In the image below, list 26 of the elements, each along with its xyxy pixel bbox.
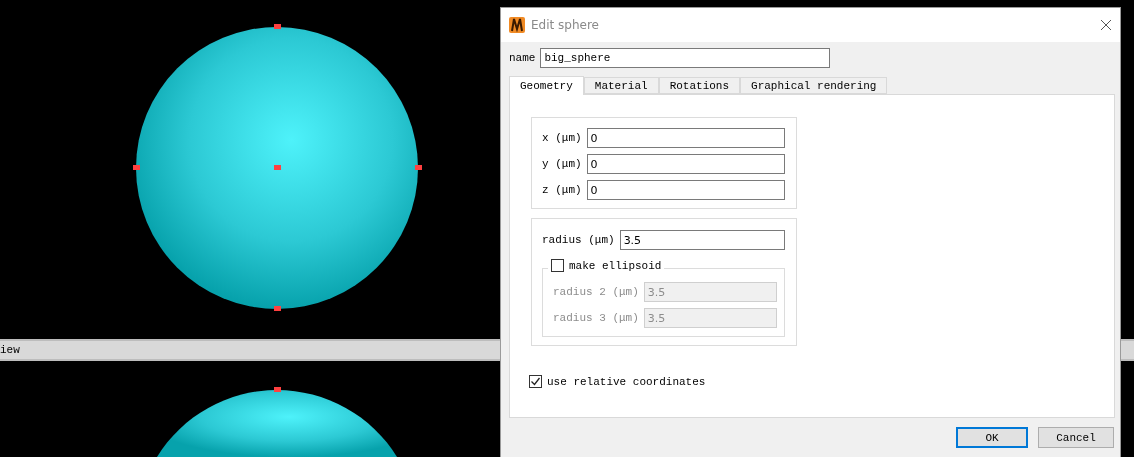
- tab[interactable]: Rotations: [658, 77, 741, 94]
- close-icon[interactable]: [1100, 19, 1112, 31]
- field-label: z (μm): [542, 184, 582, 196]
- field-label: radius 3 (μm): [553, 312, 639, 324]
- tab[interactable]: Graphical rendering: [740, 77, 888, 94]
- name-field[interactable]: big_sphere: [540, 48, 831, 68]
- tab[interactable]: Geometry: [509, 76, 584, 95]
- coordinate-field[interactable]: 0: [586, 128, 785, 148]
- checkbox-label: use relative coordinates: [547, 375, 706, 388]
- window-title: Edit sphere: [531, 18, 600, 32]
- field-label: name: [509, 52, 536, 64]
- checkbox[interactable]: [551, 259, 564, 272]
- field-label: radius (μm): [542, 234, 615, 246]
- checkbox-label: make ellipsoid: [569, 259, 662, 272]
- dialog-button[interactable]: Cancel: [1038, 427, 1114, 448]
- coordinate-field[interactable]: 0: [586, 180, 785, 200]
- field-label: y (μm): [542, 158, 582, 170]
- checkbox[interactable]: [529, 375, 542, 388]
- app-logo-icon: [509, 17, 525, 33]
- field-label: x (μm): [542, 132, 582, 144]
- radius-field[interactable]: 3.5: [619, 230, 785, 250]
- view-label: iew: [0, 344, 20, 356]
- field-label: radius 2 (μm): [553, 286, 639, 298]
- dialog-button[interactable]: OK: [956, 427, 1028, 448]
- tab[interactable]: Material: [583, 77, 659, 94]
- coordinate-field[interactable]: 0: [586, 154, 785, 174]
